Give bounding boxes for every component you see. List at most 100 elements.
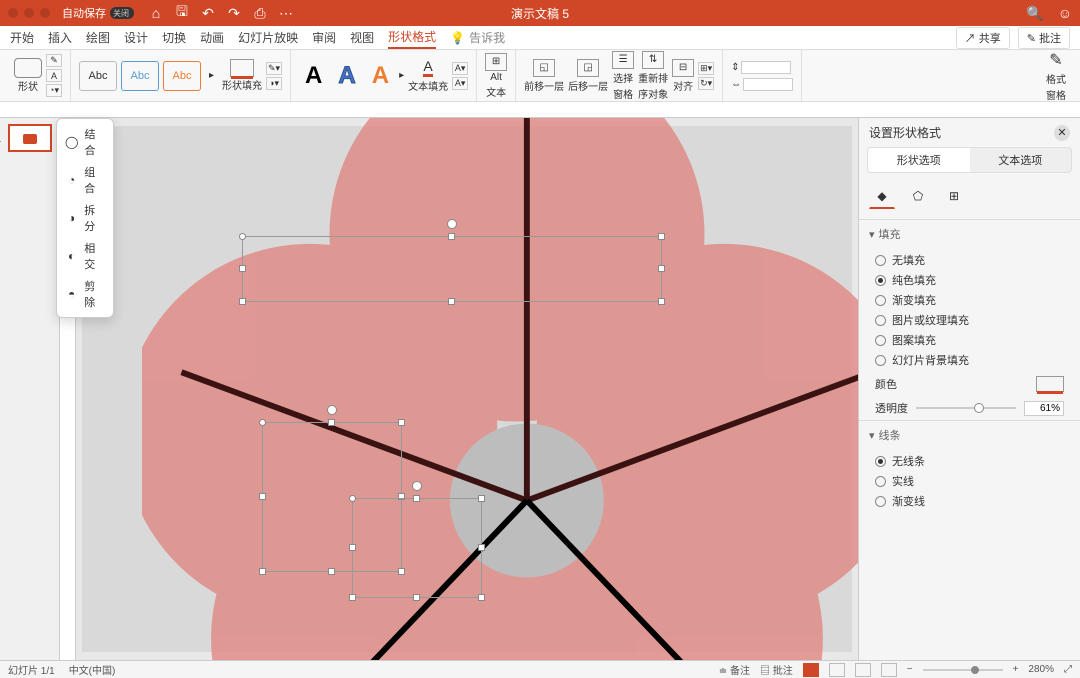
line-option-solid[interactable]: 实线 [875, 471, 1064, 491]
send-backward-button[interactable]: ◲后移一层 [568, 59, 608, 93]
tab-review[interactable]: 审阅 [312, 27, 336, 48]
tab-draw[interactable]: 绘图 [86, 27, 110, 48]
comments-button[interactable]: ✎ 批注 [1018, 27, 1070, 49]
rotate-button[interactable]: ↻▾ [698, 77, 714, 90]
close-window-icon[interactable] [8, 8, 18, 18]
slide-counter[interactable]: 幻灯片 1/1 [8, 662, 55, 677]
wordart-style-2[interactable]: A [332, 62, 361, 90]
account-icon[interactable]: ☺ [1058, 5, 1072, 22]
comments-status-button[interactable]: ▤ 批注 [760, 662, 793, 677]
align-button[interactable]: ⊟对齐 [672, 59, 694, 93]
rotate-handle-icon[interactable] [447, 219, 457, 229]
tab-transitions[interactable]: 切换 [162, 27, 186, 48]
format-pane-button[interactable]: ✎ 格式窗格 [1046, 50, 1066, 102]
text-outline-button[interactable]: A▾ [452, 62, 468, 75]
tab-shape-format[interactable]: 形状格式 [388, 26, 436, 49]
zoom-out-icon[interactable]: − [907, 664, 913, 675]
close-pane-icon[interactable]: ✕ [1054, 125, 1070, 141]
normal-view-icon[interactable] [803, 663, 819, 677]
shape-effects-button[interactable]: ◑▾ [266, 77, 282, 90]
shape-style-3[interactable]: Abc [163, 61, 201, 91]
zoom-in-icon[interactable]: + [1013, 664, 1019, 675]
shape-outline-button[interactable]: ✎▾ [266, 62, 282, 75]
fill-option-picture[interactable]: 图片或纹理填充 [875, 310, 1064, 330]
zoom-slider[interactable] [923, 669, 1003, 671]
slide[interactable] [82, 126, 852, 652]
text-box-button[interactable]: A [46, 69, 62, 82]
share-button[interactable]: ↗ 共享 [956, 27, 1010, 49]
print-icon[interactable]: ⎙ [252, 5, 268, 21]
style-gallery-more-icon[interactable]: ▸ [205, 70, 218, 81]
tab-view[interactable]: 视图 [350, 27, 374, 48]
fill-line-tab-icon[interactable]: ◆ [869, 183, 895, 209]
fill-option-slide-bg[interactable]: 幻灯片背景填充 [875, 350, 1064, 370]
redo-icon[interactable]: ↷ [226, 5, 242, 21]
merge-fragment[interactable]: ◑拆分 [57, 199, 113, 237]
merge-combine[interactable]: ◔组合 [57, 161, 113, 199]
merge-shapes-button[interactable]: ◔▾ [46, 84, 62, 97]
rotate-handle-icon[interactable] [327, 405, 337, 415]
text-fill-button[interactable]: A 文本填充 [408, 58, 448, 93]
fill-option-gradient[interactable]: 渐变填充 [875, 290, 1064, 310]
toggle-off-icon[interactable]: 关闭 [110, 7, 134, 19]
selection-pane-button[interactable]: ☰选择窗格 [612, 51, 634, 101]
reorder-button[interactable]: ⇅重新排序对象 [638, 51, 668, 101]
fill-option-none[interactable]: 无填充 [875, 250, 1064, 270]
window-controls[interactable] [8, 8, 50, 18]
line-section-header[interactable]: ▾ 线条 [859, 421, 1080, 449]
slide-canvas[interactable] [76, 118, 858, 660]
size-tab-icon[interactable]: ⊞ [941, 183, 967, 209]
more-icon[interactable]: ⋯ [278, 5, 294, 21]
shape-style-1[interactable]: Abc [79, 61, 117, 91]
color-picker-button[interactable] [1036, 376, 1064, 392]
fill-option-solid[interactable]: 纯色填充 [875, 270, 1064, 290]
wordart-style-3[interactable]: A [366, 62, 395, 90]
slideshow-view-icon[interactable] [881, 663, 897, 677]
save-icon[interactable]: 🖫 [174, 5, 190, 21]
sorter-view-icon[interactable] [829, 663, 845, 677]
undo-icon[interactable]: ↶ [200, 5, 216, 21]
notes-button[interactable]: ≐ 备注 [719, 662, 750, 677]
autosave-toggle[interactable]: 自动保存 关闭 [62, 5, 134, 21]
fit-to-window-icon[interactable]: ⤢ [1064, 664, 1072, 675]
slide-thumbnail-1[interactable]: 1 [8, 124, 52, 152]
alt-text-button[interactable]: ⊞ Alt 文本 [485, 53, 507, 99]
transparency-slider[interactable] [916, 407, 1016, 409]
group-button[interactable]: ⊞▾ [698, 62, 714, 75]
merge-intersect[interactable]: ◐相交 [57, 237, 113, 275]
tab-design[interactable]: 设计 [124, 27, 148, 48]
horizontal-ruler[interactable] [0, 102, 1080, 118]
bring-forward-button[interactable]: ◱前移一层 [524, 59, 564, 93]
reading-view-icon[interactable] [855, 663, 871, 677]
minimize-window-icon[interactable] [24, 8, 34, 18]
merge-subtract[interactable]: ◓剪除 [57, 275, 113, 313]
transparency-input[interactable] [1024, 401, 1064, 416]
language-status[interactable]: 中文(中国) [69, 662, 116, 677]
tab-insert[interactable]: 插入 [48, 27, 72, 48]
height-input[interactable] [741, 61, 791, 74]
effects-tab-icon[interactable]: ⬠ [905, 183, 931, 209]
tab-slideshow[interactable]: 幻灯片放映 [238, 27, 298, 48]
selection-box[interactable] [352, 498, 482, 598]
selection-box[interactable] [242, 236, 662, 302]
wordart-more-icon[interactable]: ▸ [399, 70, 404, 81]
fill-section-header[interactable]: ▾ 填充 [859, 220, 1080, 248]
home-icon[interactable]: ⌂ [148, 5, 164, 21]
line-option-none[interactable]: 无线条 [875, 451, 1064, 471]
shape-fill-button[interactable]: 形状填充 [222, 59, 262, 92]
insert-shape-button[interactable]: 形状 [14, 58, 42, 93]
shape-style-2[interactable]: Abc [121, 61, 159, 91]
edit-shape-button[interactable]: ✎ [46, 54, 62, 67]
rotate-handle-icon[interactable] [412, 481, 422, 491]
merge-union[interactable]: ◯结合 [57, 123, 113, 161]
text-effects-button[interactable]: A▾ [452, 77, 468, 90]
tell-me[interactable]: 💡告诉我 [450, 29, 505, 46]
tab-home[interactable]: 开始 [10, 27, 34, 48]
pane-tab-shape-options[interactable]: 形状选项 [868, 148, 970, 172]
flower-shape[interactable] [142, 118, 858, 660]
zoom-window-icon[interactable] [40, 8, 50, 18]
pane-tab-text-options[interactable]: 文本选项 [970, 148, 1072, 172]
width-input[interactable] [743, 78, 793, 91]
fill-option-pattern[interactable]: 图案填充 [875, 330, 1064, 350]
line-option-gradient[interactable]: 渐变线 [875, 491, 1064, 511]
